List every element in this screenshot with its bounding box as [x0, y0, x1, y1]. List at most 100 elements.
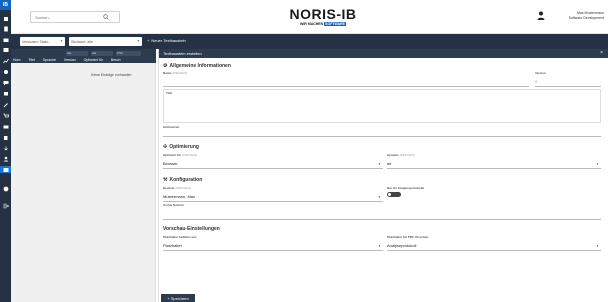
column-header[interactable]: Sprache — [43, 58, 56, 62]
search-box[interactable] — [30, 11, 120, 23]
language-hint: (Pflichtfeld) — [399, 153, 415, 157]
chevron-down-icon: ▼ — [596, 162, 599, 166]
placeholder-source-select[interactable]: Platzhalter befüllen aus Platzhalter ▼ — [163, 235, 383, 251]
owner-select[interactable]: Besitzer (Pflichtfeld) Mustermann, Max ▼ — [163, 186, 383, 202]
home-icon[interactable] — [2, 15, 9, 22]
column-headers: Hom Titel Sprache Version Optimiert für … — [13, 58, 121, 62]
top-header: NORIS-IB WIR MACHEN SOFTWARE Max Musterm… — [11, 0, 608, 34]
section-general-title: Allgemeine Informationen — [169, 63, 231, 69]
new-text-label: Neuer Textbaustein — [151, 38, 186, 43]
new-text-button[interactable]: + Neuer Textbaustein — [147, 38, 186, 43]
chevron-down-icon: ▼ — [378, 162, 381, 166]
plus-icon: + — [147, 38, 150, 43]
create-panel: Textbaustein erstellen × ⚙ Allgemeine Inf… — [158, 49, 608, 302]
version-field[interactable]: Version 0 — [535, 71, 601, 87]
language-label: Sprache — [387, 153, 399, 157]
keyword-filter-label: Stichwort: alle — [71, 39, 93, 44]
optimized-for-hint: (Pflichtfeld) — [182, 153, 198, 157]
mail-icon[interactable] — [2, 123, 9, 130]
placeholder-source-value: Platzhalter — [163, 243, 182, 248]
gear-icon: ⚙ — [163, 63, 168, 69]
cart-icon[interactable] — [2, 112, 9, 119]
brand-tagline-a: WIR MACHEN — [300, 22, 324, 26]
document-icon[interactable] — [2, 25, 9, 32]
user-avatar-icon[interactable] — [537, 11, 545, 20]
version-label: Version — [535, 71, 546, 75]
version-value: 0 — [535, 79, 538, 84]
brand-name: NORIS-IB — [289, 6, 357, 22]
chevron-down-icon: ▼ — [137, 39, 140, 43]
name-hint: (Pflichtfeld) — [172, 71, 188, 75]
section-general: ⚙ Allgemeine Informationen — [163, 63, 231, 69]
optimized-for-select[interactable]: Optimiert für (Pflichtfeld) Browser ▼ — [163, 153, 383, 169]
user-menu[interactable]: Max Mustermann Software Development — [523, 9, 608, 25]
panel-title: Textbaustein erstellen — [163, 51, 202, 56]
chevron-down-icon: ▼ — [378, 244, 381, 248]
filter-box[interactable]: Ale — [66, 51, 88, 56]
search-icon[interactable] — [103, 14, 109, 20]
column-header[interactable]: Titel — [28, 58, 34, 62]
layers-icon[interactable] — [2, 46, 9, 53]
table-header: Ale Ale PSF Hom Titel Sprache Version Op… — [11, 49, 156, 63]
column-header[interactable]: Hom — [13, 58, 20, 62]
toolbar: Versionen: Stabi... ▼ Stichwort: alle ▼ + N… — [11, 34, 608, 49]
pdf-placeholder-label: Platzhalter für PDF-Vorschau — [387, 235, 429, 239]
pdf-placeholder-value: Analyseprotokoll — [387, 243, 417, 248]
version-filter[interactable]: Versionen: Stabi... ▼ — [20, 37, 65, 46]
logout-icon[interactable] — [2, 202, 9, 209]
keyword-filter[interactable]: Stichwort: alle ▼ — [69, 37, 142, 46]
column-header[interactable]: Optimiert für — [84, 58, 103, 62]
chat-icon[interactable] — [2, 79, 9, 86]
save-button[interactable]: + Speichern — [161, 294, 195, 302]
close-icon[interactable]: × — [600, 50, 603, 56]
save-label: Speichern — [170, 295, 189, 301]
download-icon[interactable] — [2, 145, 9, 152]
brand-tagline-b: SOFTWARE — [324, 22, 346, 26]
search-input[interactable] — [31, 12, 101, 22]
notes-field[interactable]: Archiv Notizen — [163, 203, 601, 220]
user-icon[interactable] — [2, 155, 9, 162]
chevron-down-icon: ▼ — [60, 39, 63, 43]
filter-box[interactable]: Ale — [91, 51, 113, 56]
optimized-for-label: Optimiert für — [163, 153, 182, 157]
copy-icon[interactable] — [2, 134, 9, 141]
keyword-field[interactable]: Stichworter — [163, 125, 601, 137]
language-value: de — [387, 161, 392, 166]
section-configuration-title: Konfiguration — [169, 177, 203, 183]
tag-icon[interactable] — [2, 90, 9, 97]
pdf-placeholder-select[interactable]: Platzhalter für PDF-Vorschau Analyseprot… — [387, 235, 601, 251]
section-preview: Vorschau-Einstellungen — [163, 226, 220, 232]
name-field[interactable]: Name (Pflichtfeld) — [163, 71, 529, 87]
brand-tagline: WIR MACHEN SOFTWARE — [285, 22, 361, 26]
chart-icon[interactable] — [2, 57, 9, 64]
version-filter-label: Versionen: Stabi... — [22, 39, 51, 44]
column-header[interactable]: Besch — [111, 58, 121, 62]
folder-icon[interactable] — [2, 36, 9, 43]
column-header[interactable]: Version — [64, 58, 76, 62]
event-log-toggle[interactable] — [387, 192, 401, 197]
chevron-down-icon: ▼ — [378, 195, 381, 199]
title-label: Titel — [166, 91, 173, 95]
event-log-label: Nur für Ereignisprotokolle — [387, 186, 425, 190]
text-module-icon[interactable] — [0, 166, 11, 173]
owner-hint: (Pflichtfeld) — [175, 186, 191, 190]
chevron-down-icon: ▼ — [596, 244, 599, 248]
side-rail: IB — [0, 0, 11, 302]
settings-icon[interactable] — [2, 68, 9, 75]
title-textarea[interactable]: Titel — [163, 89, 601, 123]
table-body: Keine Einträge vorhanden — [11, 63, 156, 302]
tools-icon[interactable] — [2, 101, 9, 108]
section-optimization-title: Optimierung — [169, 144, 199, 150]
owner-value: Mustermann, Max — [163, 194, 196, 199]
section-optimization: ✣ Optimierung — [163, 144, 199, 150]
help-icon[interactable] — [2, 185, 9, 192]
tools-icon: ⚒ — [163, 177, 168, 183]
placeholder-source-label: Platzhalter befüllen aus — [163, 235, 197, 239]
brand-logo: NORIS-IB WIR MACHEN SOFTWARE — [285, 6, 361, 30]
language-select[interactable]: Sprache (Pflichtfeld) de ▼ — [387, 153, 601, 169]
app-logo[interactable]: IB — [0, 0, 11, 10]
filter-box[interactable]: PSF — [116, 51, 141, 56]
name-label: Name — [163, 71, 172, 75]
notes-label: Archiv Notizen — [163, 203, 185, 207]
user-role: Software Development — [568, 16, 604, 20]
